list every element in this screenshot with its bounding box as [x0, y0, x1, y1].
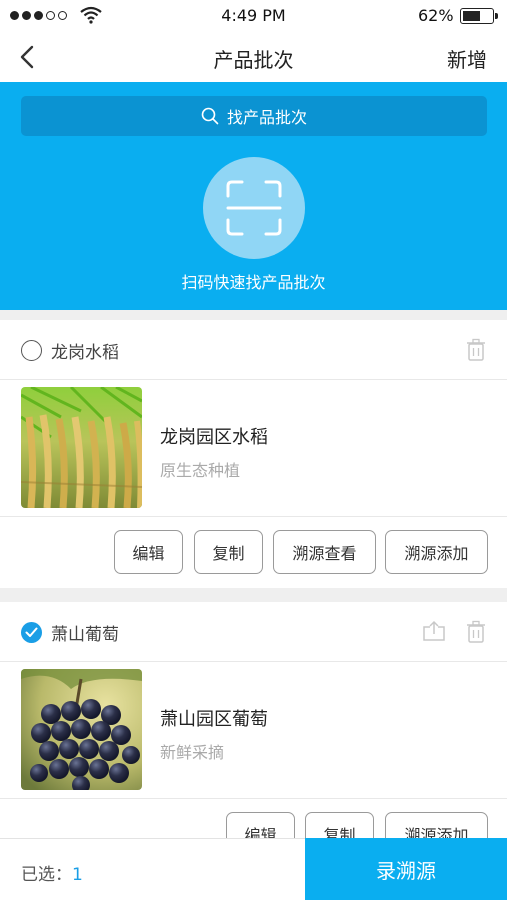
product-name: 龙岗园区水稻	[160, 427, 268, 448]
card-header: 龙岗水稻	[0, 320, 507, 380]
scan-caption: 扫码快速找产品批次	[181, 273, 326, 292]
grape-thumbnail	[21, 669, 142, 790]
selected-label: 已选：	[21, 865, 72, 885]
battery-icon	[460, 8, 498, 24]
card-header: 萧山葡萄	[0, 602, 507, 662]
product-subtitle: 原生态种植	[160, 461, 241, 480]
status-bar: 4:49 PM 62%	[0, 0, 507, 32]
select-radio[interactable]	[21, 340, 42, 361]
card-actions: 编辑 复制 溯源查看 溯源添加	[0, 517, 507, 587]
trash-icon[interactable]	[466, 338, 486, 362]
upload-icon[interactable]	[421, 620, 447, 642]
edit-button[interactable]: 编辑	[114, 530, 183, 574]
edit-button[interactable]: 编辑	[226, 812, 295, 838]
rice-thumbnail	[21, 387, 142, 508]
record-trace-button[interactable]: 录溯源	[305, 838, 507, 900]
page-title: 产品批次	[213, 48, 294, 72]
selected-count: 1	[72, 865, 83, 885]
product-subtitle: 新鲜采摘	[160, 743, 225, 762]
product-info: 萧山园区葡萄 新鲜采摘	[0, 662, 507, 799]
search-placeholder: 找产品批次	[226, 108, 307, 127]
product-card: 龙岗水稻 龙岗园区水稻 原生态种植 编辑 复制 溯源查看 溯源添加	[0, 320, 507, 588]
product-info: 龙岗园区水稻 原生态种植	[0, 380, 507, 517]
search-header: 找产品批次 扫码快速找产品批次	[0, 82, 507, 310]
card-actions: 编辑 复制 溯源添加	[0, 799, 507, 838]
search-icon	[201, 107, 219, 125]
batch-title: 萧山葡萄	[51, 625, 119, 645]
scan-icon	[226, 180, 282, 236]
scan-button[interactable]	[203, 157, 305, 259]
selected-summary: 已选：1	[21, 860, 83, 885]
check-icon	[25, 627, 38, 637]
copy-button[interactable]: 复制	[194, 530, 263, 574]
select-radio-checked[interactable]	[21, 622, 42, 643]
chevron-left-icon[interactable]	[16, 44, 40, 70]
trash-icon[interactable]	[466, 620, 486, 644]
bottom-bar: 已选：1 录溯源	[0, 838, 507, 900]
batch-title: 龙岗水稻	[51, 343, 119, 363]
product-name: 萧山园区葡萄	[160, 709, 268, 730]
nav-bar: 产品批次 新增	[0, 32, 507, 82]
add-trace-button[interactable]: 溯源添加	[385, 812, 488, 838]
view-trace-button[interactable]: 溯源查看	[273, 530, 376, 574]
add-trace-button[interactable]: 溯源添加	[385, 530, 488, 574]
add-button[interactable]: 新增	[447, 44, 487, 73]
product-card: 萧山葡萄 萧山园区葡萄 新鲜采摘 编辑 复制 溯源添加	[0, 602, 507, 838]
search-input[interactable]: 找产品批次	[21, 96, 487, 136]
copy-button[interactable]: 复制	[305, 812, 374, 838]
battery-percent: 62%	[418, 6, 454, 25]
